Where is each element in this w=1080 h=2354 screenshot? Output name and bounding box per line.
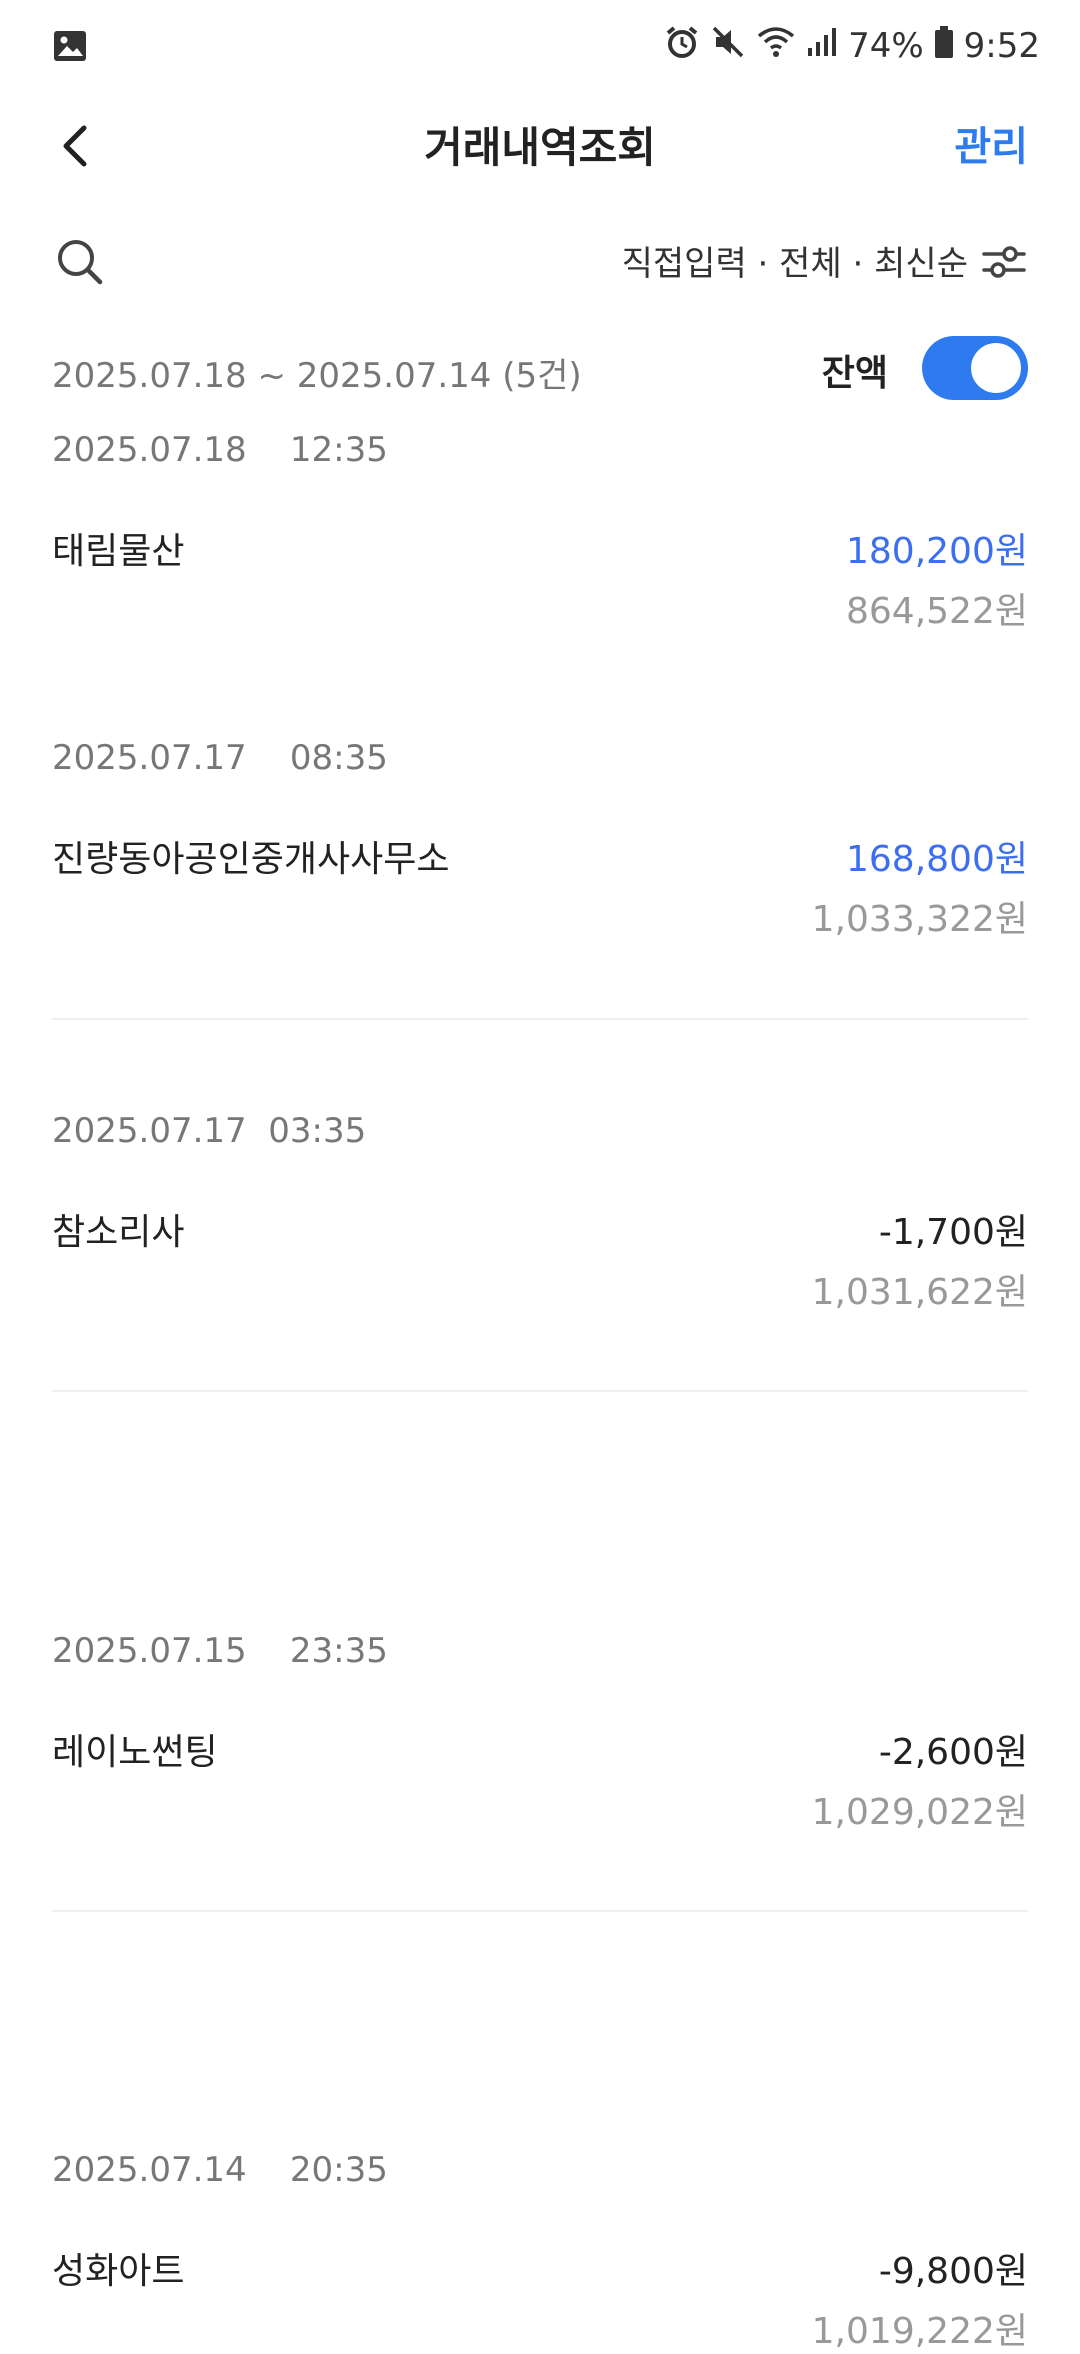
transaction-merchant: 레이노썬팅 — [52, 1732, 218, 1773]
transaction-amount: -9,800원 — [878, 2251, 1028, 2292]
transaction-balance: 1,029,022원 — [811, 1792, 1028, 1833]
search-button[interactable] — [52, 234, 108, 290]
date-range: 2025.07.18 ~ 2025.07.14 (5건) — [52, 356, 582, 396]
signal-icon — [806, 24, 838, 69]
transaction-merchant: 성화아트 — [52, 2251, 185, 2292]
transaction-amount: 180,200원 — [846, 531, 1028, 572]
transaction-datetime: 2025.07.18 12:35 — [52, 430, 388, 470]
transaction-balance: 1,033,322원 — [811, 899, 1028, 940]
battery-icon — [934, 25, 954, 68]
transaction-datetime: 2025.07.17 08:35 — [52, 738, 388, 778]
search-icon — [58, 240, 103, 285]
transaction-datetime: 2025.07.17 03:35 — [52, 1111, 367, 1151]
status-bar: 74% 9:52 — [0, 0, 1080, 90]
transaction-amount: -2,600원 — [878, 1732, 1028, 1773]
battery-percent: 74% — [848, 26, 924, 66]
mute-icon — [710, 24, 746, 69]
filter-summary[interactable]: 직접입력 · 전체 · 최신순 — [622, 236, 968, 285]
status-indicators: 74% 9:52 — [664, 24, 1040, 68]
summary-row: 2025.07.18 ~ 2025.07.14 (5건) 잔액 — [0, 330, 1080, 410]
divider — [52, 1910, 1028, 1912]
balance-toggle[interactable] — [922, 336, 1028, 400]
transaction-balance: 1,031,622원 — [811, 1272, 1028, 1313]
alarm-icon — [664, 24, 700, 69]
transaction-amount: -1,700원 — [878, 1212, 1028, 1253]
sliders-icon — [982, 246, 1026, 278]
transaction-datetime: 2025.07.14 20:35 — [52, 2150, 388, 2190]
page-title: 거래내역조회 — [424, 123, 656, 172]
wifi-icon — [756, 24, 796, 69]
transaction-amount: 168,800원 — [846, 839, 1028, 880]
filter-settings-button[interactable] — [980, 238, 1028, 286]
transaction-merchant: 진량동아공인중개사사무소 — [52, 839, 450, 880]
transaction-balance: 864,522원 — [846, 591, 1028, 632]
transaction-merchant: 참소리사 — [52, 1212, 185, 1253]
divider — [52, 1018, 1028, 1020]
transaction-merchant: 태림물산 — [52, 531, 185, 572]
divider — [52, 1390, 1028, 1392]
transaction-balance: 1,019,222원 — [811, 2311, 1028, 2352]
balance-toggle-label: 잔액 — [821, 353, 888, 394]
app-bar: 거래내역조회 관리 — [0, 100, 1080, 190]
clock: 9:52 — [963, 26, 1040, 66]
manage-button[interactable]: 관리 — [954, 114, 1028, 172]
filter-row: 직접입력 · 전체 · 최신순 — [0, 220, 1080, 300]
toggle-knob — [971, 343, 1021, 393]
transaction-datetime: 2025.07.15 23:35 — [52, 1631, 388, 1671]
gallery-icon — [52, 28, 88, 64]
